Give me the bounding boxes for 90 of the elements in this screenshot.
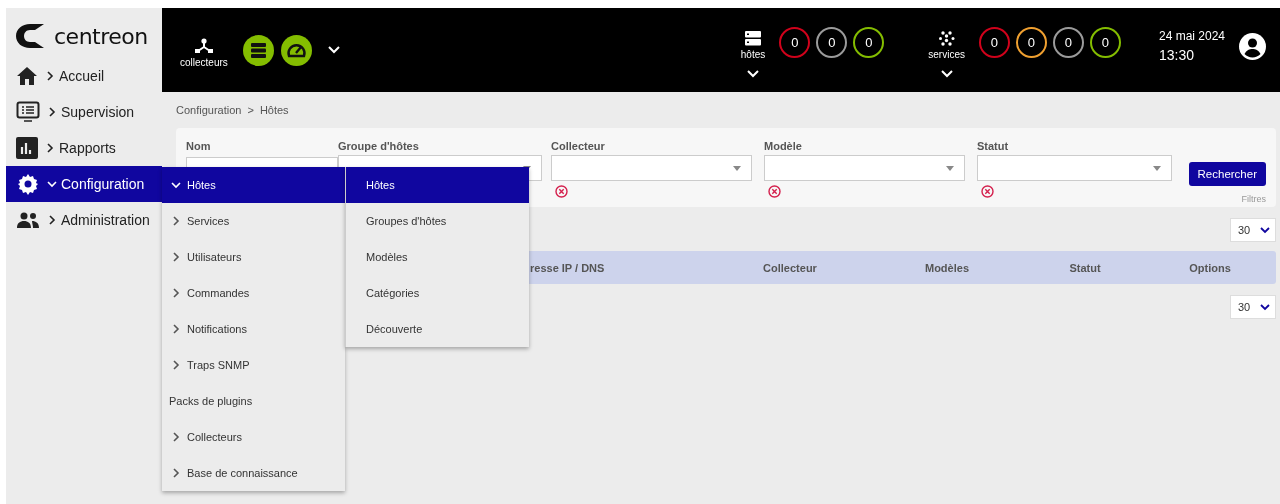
chevron-icon xyxy=(47,179,57,189)
filter-label: Modèle xyxy=(764,140,803,154)
date-text: 24 mai 2024 xyxy=(1158,29,1225,43)
hosts-label: hôtes xyxy=(740,48,766,60)
status-count[interactable]: 0 xyxy=(978,26,1010,58)
sidebar-item[interactable]: Configuration xyxy=(6,166,162,202)
submenu-item[interactable]: Base de connaissance xyxy=(162,455,345,491)
submenu-item[interactable]: Découverte xyxy=(346,311,529,347)
submenu-item[interactable]: Hôtes xyxy=(346,167,529,203)
submenu-item[interactable]: Notifications xyxy=(162,311,345,347)
gauge-icon[interactable] xyxy=(280,34,312,66)
submenu-item[interactable]: Traps SNMP xyxy=(162,347,345,383)
page-size-select[interactable]: 30 xyxy=(1230,295,1276,319)
breadcrumb-link[interactable]: Hôtes xyxy=(259,104,289,116)
search-button[interactable]: Rechercher xyxy=(1188,162,1266,186)
sidebar-item[interactable]: Rapports xyxy=(6,130,162,166)
time-text: 13:30 xyxy=(1158,47,1195,63)
submenu-item[interactable]: Collecteurs xyxy=(162,419,345,455)
submenu-label: Commandes xyxy=(187,287,250,299)
submenu-label: Collecteurs xyxy=(187,431,243,443)
status-count[interactable]: 0 xyxy=(1015,26,1047,58)
submenu-label: Packs de plugins xyxy=(169,395,253,407)
submenu-label: Traps SNMP xyxy=(187,359,250,371)
submenu-item[interactable]: Catégories xyxy=(346,275,529,311)
chevron-down-icon xyxy=(1260,226,1270,234)
sidebar-label: Supervision xyxy=(61,104,135,120)
sidebar-item[interactable]: Supervision xyxy=(6,94,162,130)
column-header[interactable]: resse IP / DNS xyxy=(530,261,705,274)
column-header[interactable]: Options xyxy=(1151,261,1269,274)
status-count[interactable]: 0 xyxy=(779,26,811,58)
status-count[interactable]: 0 xyxy=(853,26,885,58)
page-size-select[interactable]: 30 xyxy=(1230,218,1276,242)
sidebar-label: Configuration xyxy=(61,176,145,192)
chevron-icon xyxy=(45,71,55,81)
database-icon[interactable] xyxy=(242,34,274,66)
chevron-icon xyxy=(47,215,57,225)
chevron-down-icon xyxy=(1260,303,1270,311)
dots-icon xyxy=(938,30,955,46)
filter-label: Nom xyxy=(186,140,212,154)
filters-caption: Filtres xyxy=(1241,194,1266,204)
gear-icon xyxy=(16,172,40,196)
dropdown-triangle-icon xyxy=(733,165,741,171)
pollers-label: collecteurs xyxy=(180,57,228,68)
chart-icon xyxy=(16,137,38,159)
filter-label: Statut xyxy=(977,140,1010,154)
column-header[interactable]: Collecteur xyxy=(705,261,875,274)
breadcrumb-separator: > xyxy=(247,104,254,116)
dropdown-triangle-icon xyxy=(1153,165,1161,171)
chevron-down-icon[interactable] xyxy=(940,69,953,78)
network-icon xyxy=(193,38,214,54)
server-icon xyxy=(745,30,762,46)
dropdown-triangle-icon xyxy=(946,165,954,171)
column-header[interactable]: Modèles xyxy=(875,261,1019,274)
breadcrumb-link[interactable]: Configuration xyxy=(176,104,242,116)
submenu-item[interactable]: Hôtes xyxy=(162,167,345,203)
submenu-label: Notifications xyxy=(187,323,247,335)
status-count[interactable]: 0 xyxy=(816,26,848,58)
chevron-down-icon[interactable] xyxy=(747,69,760,78)
sidebar-item[interactable]: Accueil xyxy=(6,58,162,94)
column-header[interactable]: Statut xyxy=(1019,261,1151,274)
home-icon xyxy=(16,66,38,86)
submenu-label: Services xyxy=(187,215,230,227)
services-label: services xyxy=(928,48,965,60)
users-icon xyxy=(16,211,40,229)
monitor-icon xyxy=(16,101,40,123)
chevron-down-icon[interactable] xyxy=(327,46,340,54)
submenu-item[interactable]: Groupes d'hôtes xyxy=(346,203,529,239)
sidebar-label: Rapports xyxy=(59,140,116,156)
select-field[interactable] xyxy=(977,155,1172,181)
chevron-icon xyxy=(47,107,57,117)
sidebar-item[interactable]: Administration xyxy=(6,202,162,238)
user-avatar-icon[interactable] xyxy=(1239,32,1266,60)
submenu-label: Base de connaissance xyxy=(187,467,298,479)
select-field[interactable] xyxy=(764,155,965,181)
filter-label: Groupe d'hôtes xyxy=(338,140,420,154)
submenu-item[interactable]: Services xyxy=(162,203,345,239)
sidebar-label: Accueil xyxy=(59,68,105,84)
submenu-item[interactable]: Commandes xyxy=(162,275,345,311)
select-field[interactable] xyxy=(551,155,752,181)
logo-text: centreon xyxy=(54,23,148,49)
status-count[interactable]: 0 xyxy=(1052,26,1084,58)
submenu-label: Utilisateurs xyxy=(187,251,242,263)
submenu-item[interactable]: Packs de plugins xyxy=(162,383,345,419)
filter-label: Collecteur xyxy=(551,140,606,154)
sidebar-label: Administration xyxy=(61,212,150,228)
status-count[interactable]: 0 xyxy=(1089,26,1121,58)
submenu-item[interactable]: Modèles xyxy=(346,239,529,275)
submenu-item[interactable]: Utilisateurs xyxy=(162,239,345,275)
submenu-label: Hôtes xyxy=(187,179,216,191)
chevron-icon xyxy=(45,143,55,153)
